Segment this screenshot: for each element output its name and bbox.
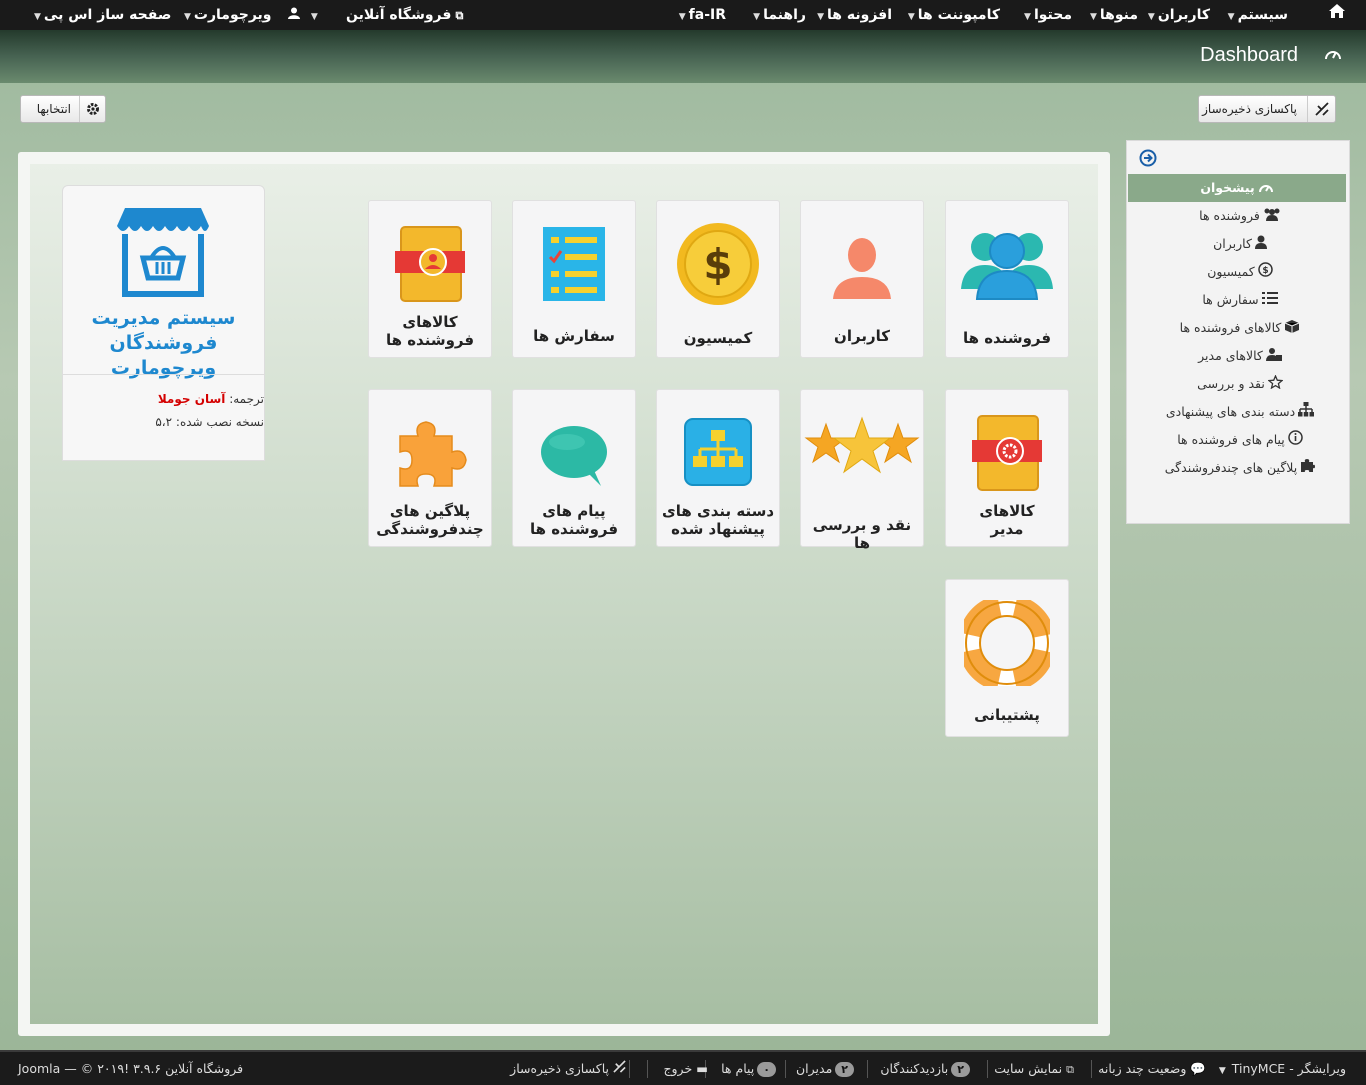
tile-reviews[interactable]: نقد و بررسی ها [800, 389, 924, 552]
toolbar: پاکسازی ذخیره‌ساز انتخابها [0, 83, 1366, 134]
clear-cache-icon [1307, 96, 1335, 122]
sidebar-item-multivendor-plugins[interactable]: پلاگین های چندفروشندگی [1131, 454, 1349, 482]
menu-system[interactable]: سیستم▼ [1228, 0, 1288, 30]
page-title: Dashboard [1200, 44, 1298, 66]
visitors-count[interactable]: ۲بازدیدکنندگان [880, 1052, 970, 1085]
tile-vendor-messages[interactable]: پیام های فروشنده ها [512, 389, 636, 547]
tile-commission[interactable]: $ کمیسیون [656, 200, 780, 358]
menu-extensions[interactable]: افزونه ها▼ [817, 0, 892, 30]
version-info: نسخه نصب شده: ۵،۲ [155, 415, 264, 429]
translation-info: ترجمه: آسان جوملا [157, 392, 264, 406]
puzzle-icon [1300, 455, 1316, 483]
sidebar-item-orders[interactable]: سفارش ها [1131, 286, 1349, 314]
tile-multivendor-plugins[interactable]: پلاگین های چندفروشندگی [368, 389, 492, 547]
tile-suggested-categories[interactable]: دسته بندی های پیشنهاد شده [656, 389, 780, 547]
sidebar-item-dashboard[interactable]: پیشخوان [1128, 174, 1346, 202]
box-icon [1284, 315, 1300, 343]
sidebar-item-vendor-messages[interactable]: پیام های فروشنده ها [1131, 426, 1349, 454]
editor-selector[interactable]: ویرایشگر - TinyMCE▼ [1219, 1052, 1346, 1085]
comment-icon: 💬 [1190, 1061, 1206, 1076]
menu-virtuemart[interactable]: ویرچومارت▼ [184, 0, 272, 30]
page-header: Dashboard [0, 30, 1366, 83]
translator-link[interactable]: آسان جوملا [158, 392, 226, 406]
sidebar-item-reviews[interactable]: نقد و بررسی [1131, 370, 1349, 398]
vendor-product-box-icon [369, 221, 491, 311]
menu-users[interactable]: کاربران▼ [1148, 0, 1210, 30]
menu-language[interactable]: fa-IR▼ [679, 0, 726, 30]
status-bar: ویرایشگر - TinyMCE▼ 💬وضعیت چند زبانه ⧉نم… [0, 1050, 1366, 1085]
info-icon [1288, 427, 1303, 455]
menu-content[interactable]: محتوا▼ [1024, 0, 1072, 30]
svg-text:$: $ [703, 240, 732, 289]
user-icon [288, 7, 305, 23]
messages-count[interactable]: ۰پیام ها [721, 1052, 776, 1085]
dashboard-icon [1324, 46, 1342, 66]
footer-clear-cache[interactable]: پاکسازی ذخیره‌ساز [510, 1052, 626, 1085]
star-icon [1267, 371, 1284, 399]
puzzle-icon [369, 410, 491, 500]
user-menu[interactable]: ▼ [288, 0, 321, 30]
checklist-icon [513, 221, 635, 311]
tile-orders[interactable]: سفارش ها [512, 200, 636, 358]
user-icon [801, 221, 923, 311]
sidebar-item-users[interactable]: کاربران [1131, 230, 1349, 258]
external-link-icon: ⧉ [455, 9, 464, 22]
users-group-icon [1263, 203, 1281, 231]
copyright: فروشگاه آنلاین ۳.۹.۶ !Joomla — © ۲۰۱۹ [18, 1061, 244, 1076]
lifebuoy-icon [946, 594, 1068, 692]
shop-basket-icon [115, 204, 211, 302]
tile-support[interactable]: پشتیبانی [945, 579, 1069, 737]
menu-help[interactable]: راهنما▼ [753, 0, 806, 30]
sitemap-icon [657, 410, 779, 500]
top-navbar: سیستم▼ کاربران▼ منوها▼ محتوا▼ کامپوننت ه… [0, 0, 1366, 30]
sitemap-icon [1298, 399, 1315, 427]
toggle-sidebar-icon[interactable] [1139, 149, 1157, 171]
clear-cache-button[interactable]: پاکسازی ذخیره‌ساز [1198, 95, 1336, 123]
multilang-status[interactable]: 💬وضعیت چند زبانه [1098, 1052, 1206, 1085]
clear-cache-icon [613, 1060, 626, 1076]
coin-icon: $ [657, 221, 779, 311]
svg-text:$: $ [1262, 266, 1268, 276]
user-icon [1254, 231, 1267, 259]
dollar-circle-icon: $ [1258, 259, 1273, 287]
tile-vendor-products[interactable]: کالاهای فروشنده ها [368, 200, 492, 358]
tile-vendors[interactable]: فروشنده ها [945, 200, 1069, 358]
dashboard-icon [1258, 175, 1274, 203]
view-site-link[interactable]: ⧉نمایش سایت [994, 1052, 1074, 1085]
vendors-icon [946, 221, 1068, 311]
menu-sp-page-builder[interactable]: صفحه ساز اس پی▼ [34, 0, 171, 30]
external-link-icon: ⧉ [1066, 1063, 1074, 1076]
menu-menus[interactable]: منوها▼ [1090, 0, 1138, 30]
menu-components[interactable]: کامپوننت ها▼ [908, 0, 1000, 30]
gear-icon [79, 96, 105, 122]
menu-online-store[interactable]: ⧉فروشگاه آنلاین [346, 0, 463, 30]
sidebar-item-admin-products[interactable]: کالاهای مدیر [1131, 342, 1349, 370]
sidebar-item-vendor-products[interactable]: کالاهای فروشنده ها [1131, 314, 1349, 342]
minus-icon: ▬ [696, 1061, 708, 1076]
list-icon [1261, 287, 1278, 315]
tile-admin-products[interactable]: کالاهای مدیر [945, 389, 1069, 547]
admin-product-box-icon [946, 410, 1068, 500]
sidebar-item-vendors[interactable]: فروشنده ها [1131, 202, 1349, 230]
user-box-icon [1265, 343, 1282, 371]
home-icon[interactable] [1328, 0, 1346, 30]
brand-title: سیستم مدیریت فروشندگان ویرچومارت [91, 307, 236, 379]
sidebar-item-commission[interactable]: $ کمیسیون [1131, 258, 1349, 286]
chat-bubble-icon [513, 410, 635, 500]
options-button[interactable]: انتخابها [20, 95, 106, 123]
sidebar-item-suggested-categories[interactable]: دسته بندی های پیشنهادی [1131, 398, 1349, 426]
admins-count[interactable]: ۲مدیران [796, 1052, 854, 1085]
tile-users[interactable]: کاربران [800, 200, 924, 358]
stars-icon [801, 410, 923, 500]
sidebar: پیشخوان فروشنده ها کاربران $ کمیسیون سفار… [1126, 140, 1350, 524]
info-card: سیستم مدیریت فروشندگان ویرچومارت ترجمه: … [62, 185, 265, 461]
logout-link[interactable]: ▬خروج [663, 1052, 708, 1085]
